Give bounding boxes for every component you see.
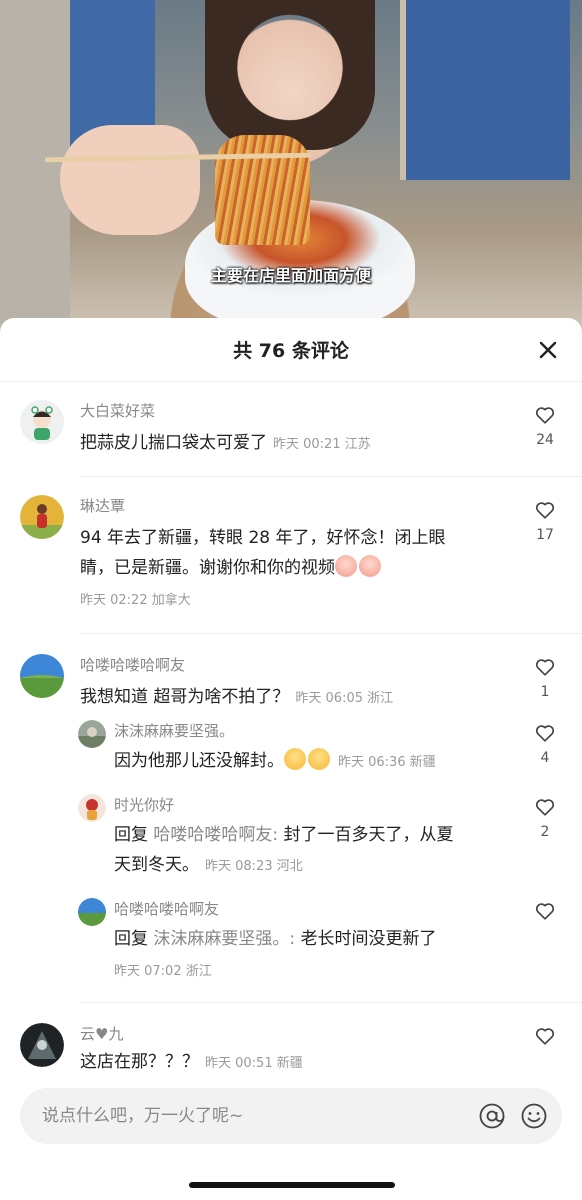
heart-outline-icon[interactable] xyxy=(534,404,556,426)
avatar[interactable] xyxy=(20,654,64,698)
reply-meta: 昨天 06:36 新疆 xyxy=(338,755,436,770)
peach-emoji-icon xyxy=(335,555,357,577)
comment-content: 这店在那？？？ xyxy=(80,1052,199,1072)
video-noodles xyxy=(215,135,310,245)
avatar[interactable] xyxy=(20,400,64,444)
sheet-header: 共 76 条评论 xyxy=(0,318,582,382)
reply-item[interactable]: 沫沫麻麻要坚强。 因为他那儿还没解封。 昨天 06:36 新疆 4 xyxy=(0,706,582,780)
video-player[interactable]: 主要在店里面加面方便 xyxy=(0,0,582,330)
like-button[interactable]: 17 xyxy=(530,499,560,543)
comment-count-title: 共 76 条评论 xyxy=(233,340,349,362)
heart-outline-icon[interactable] xyxy=(534,900,556,922)
comment-input[interactable] xyxy=(42,1106,464,1126)
close-icon[interactable] xyxy=(536,338,560,362)
reply-text: 因为他那儿还没解封。 昨天 06:36 新疆 xyxy=(114,746,582,778)
like-button[interactable] xyxy=(530,900,560,922)
like-count: 24 xyxy=(536,432,554,448)
reply-content: 天到冬天。 xyxy=(114,855,199,875)
video-subtitle: 主要在店里面加面方便 xyxy=(210,266,371,285)
reply-item[interactable]: 时光你好 回复 哈喽哈喽哈啊友: 封了一百多天了，从夏 天到冬天。 昨天 08:2… xyxy=(0,780,582,884)
reply-content: 因为他那儿还没解封。 xyxy=(114,751,284,771)
heart-outline-icon[interactable] xyxy=(534,1025,556,1047)
comment-text: 把蒜皮儿揣口袋太可爱了 昨天 00:21 江苏 xyxy=(80,428,582,460)
avatar[interactable] xyxy=(78,794,106,822)
reply-meta: 昨天 08:23 河北 xyxy=(205,859,303,874)
like-button[interactable]: 4 xyxy=(530,722,560,766)
comment-meta: 昨天 00:51 新疆 xyxy=(205,1056,303,1071)
peach-emoji-icon xyxy=(359,555,381,577)
reply-content: 封了一百多天了，从夏 xyxy=(278,825,454,845)
comment-content: 我想知道 超哥为啥不拍了？ xyxy=(80,687,290,707)
comment-sheet: 共 76 条评论 大白菜好菜 把蒜皮儿揣口袋太可爱了 昨天 00:21 江苏 2… xyxy=(0,318,582,1200)
comment-item[interactable]: 哈喽哈喽哈啊友 我想知道 超哥为啥不拍了？ 昨天 06:05 浙江 1 xyxy=(0,634,582,707)
comment-author[interactable]: 云♥九 xyxy=(80,1023,582,1045)
at-icon[interactable] xyxy=(478,1102,506,1130)
reply-prefix: 回复 xyxy=(114,825,148,845)
like-button[interactable] xyxy=(530,1025,560,1047)
comment-meta: 昨天 06:05 浙江 xyxy=(295,691,394,706)
comment-author[interactable]: 哈喽哈喽哈啊友 xyxy=(80,654,582,676)
comment-meta: 昨天 00:21 江苏 xyxy=(273,437,371,452)
like-button[interactable]: 2 xyxy=(530,796,560,840)
like-count: 17 xyxy=(536,527,554,543)
reply-meta: 昨天 07:02 浙江 xyxy=(114,964,212,979)
comment-item[interactable]: 大白菜好菜 把蒜皮儿揣口袋太可爱了 昨天 00:21 江苏 24 xyxy=(0,382,582,476)
like-count: 2 xyxy=(540,824,550,840)
like-button[interactable]: 24 xyxy=(530,404,560,448)
reply-item[interactable]: 哈喽哈喽哈啊友 回复 沫沫麻麻要坚强。: 老长时间没更新了 昨天 07:02 浙… xyxy=(0,884,582,1002)
comment-list[interactable]: 大白菜好菜 把蒜皮儿揣口袋太可爱了 昨天 00:21 江苏 24 琳达覃 94 … xyxy=(0,382,582,1082)
comment-item[interactable]: 云♥九 这店在那？？？ 昨天 00:51 新疆 xyxy=(0,1003,582,1082)
reply-author[interactable]: 时光你好 xyxy=(114,794,582,816)
reply-author[interactable]: 哈喽哈喽哈啊友 xyxy=(114,898,582,920)
like-count: 4 xyxy=(540,750,550,766)
heart-outline-icon[interactable] xyxy=(534,722,556,744)
heart-outline-icon[interactable] xyxy=(534,499,556,521)
comment-text: 94 年去了新疆，转眼 28 年了，好怀念！闭上眼 睛，已是新疆。谢谢你和你的视… xyxy=(80,523,582,583)
crying-emoji-icon xyxy=(308,748,330,770)
crying-emoji-icon xyxy=(284,748,306,770)
reply-prefix: 回复 xyxy=(114,929,148,949)
home-indicator[interactable] xyxy=(189,1182,395,1188)
comment-meta: 昨天 02:22 加拿大 xyxy=(80,593,191,608)
like-button[interactable]: 1 xyxy=(530,656,560,700)
reply-author[interactable]: 沫沫麻麻要坚强。 xyxy=(114,720,582,742)
like-count: 1 xyxy=(540,684,550,700)
comment-author[interactable]: 大白菜好菜 xyxy=(80,400,582,422)
video-person-hair xyxy=(205,0,375,150)
reply-target-user[interactable]: 哈喽哈喽哈啊友: xyxy=(153,825,278,845)
smiley-icon[interactable] xyxy=(520,1102,548,1130)
avatar[interactable] xyxy=(78,898,106,926)
comment-author[interactable]: 琳达覃 xyxy=(80,495,582,517)
reply-content: 老长时间没更新了 xyxy=(295,929,437,949)
comment-content: 94 年去了新疆，转眼 28 年了，好怀念！闭上眼 xyxy=(80,528,446,548)
heart-outline-icon[interactable] xyxy=(534,796,556,818)
comment-content: 把蒜皮儿揣口袋太可爱了 xyxy=(80,433,267,453)
comment-input-bar[interactable] xyxy=(20,1088,562,1144)
reply-target-user[interactable]: 沫沫麻麻要坚强。: xyxy=(153,929,295,949)
avatar[interactable] xyxy=(20,495,64,539)
comment-item[interactable]: 琳达覃 94 年去了新疆，转眼 28 年了，好怀念！闭上眼 睛，已是新疆。谢谢你… xyxy=(0,477,582,633)
avatar[interactable] xyxy=(20,1023,64,1067)
heart-outline-icon[interactable] xyxy=(534,656,556,678)
comment-content: 睛，已是新疆。谢谢你和你的视频 xyxy=(80,558,335,578)
reply-text: 回复 沫沫麻麻要坚强。: 老长时间没更新了 xyxy=(114,924,582,954)
video-hand xyxy=(60,125,200,235)
reply-text: 回复 哈喽哈喽哈啊友: 封了一百多天了，从夏 天到冬天。 昨天 08:23 河北 xyxy=(114,820,582,882)
avatar[interactable] xyxy=(78,720,106,748)
comment-text: 这店在那？？？ 昨天 00:51 新疆 xyxy=(80,1047,582,1079)
